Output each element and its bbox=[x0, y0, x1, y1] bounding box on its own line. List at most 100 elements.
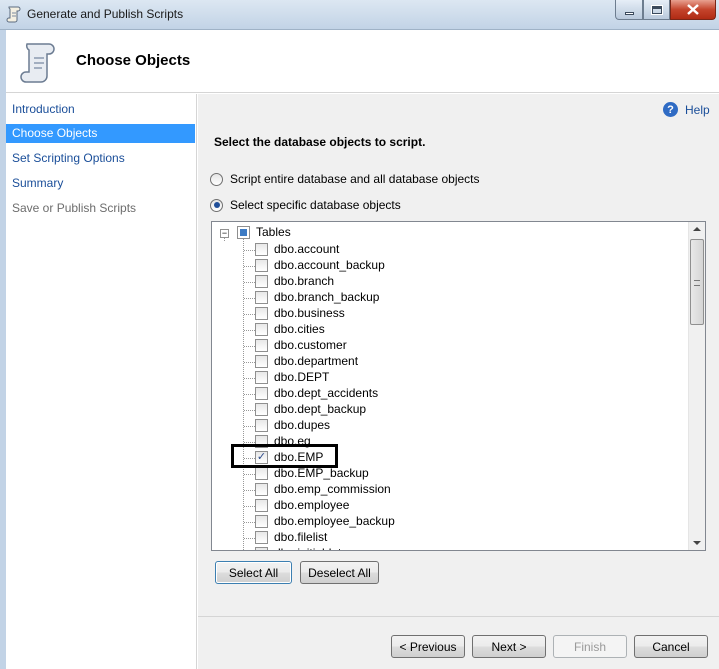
tree-item-label: dbo.dept_accidents bbox=[274, 386, 379, 400]
checkbox[interactable] bbox=[255, 275, 268, 288]
tree-item-label: dbo.branch_backup bbox=[274, 290, 380, 304]
tree-item-label: dbo.customer bbox=[274, 338, 347, 352]
next-button[interactable]: Next > bbox=[472, 635, 546, 658]
radio-script-entire-database[interactable]: Script entire database and all database … bbox=[210, 172, 480, 186]
scroll-icon bbox=[6, 6, 21, 23]
vertical-scrollbar[interactable] bbox=[688, 222, 705, 550]
deselect-all-button[interactable]: Deselect All bbox=[300, 561, 379, 584]
checkbox[interactable] bbox=[255, 483, 268, 496]
help-link[interactable]: ? Help bbox=[663, 102, 710, 117]
wizard-sidebar: Introduction Choose Objects Set Scriptin… bbox=[6, 94, 197, 669]
checkbox[interactable] bbox=[255, 467, 268, 480]
checkbox[interactable] bbox=[255, 323, 268, 336]
tree-item-label: dbo.emp_commission bbox=[274, 482, 391, 496]
collapse-icon[interactable]: − bbox=[220, 229, 229, 238]
tree-item[interactable]: dbo.employee bbox=[212, 498, 682, 514]
tree-item-label: dbo.account bbox=[274, 242, 340, 256]
previous-button[interactable]: < Previous bbox=[391, 635, 465, 658]
tree-item[interactable]: dbo.EMP_backup bbox=[212, 466, 682, 482]
radio-select-specific-objects[interactable]: Select specific database objects bbox=[210, 198, 401, 212]
maximize-button[interactable] bbox=[643, 0, 670, 20]
close-button[interactable] bbox=[670, 0, 716, 20]
tree-item-label: dbo.initialdata bbox=[274, 546, 348, 550]
tree-item[interactable]: dbo.branch_backup bbox=[212, 290, 682, 306]
checkbox[interactable] bbox=[255, 403, 268, 416]
sidebar-item-save-or-publish-scripts: Save or Publish Scripts bbox=[12, 201, 137, 215]
select-all-button[interactable]: Select All bbox=[215, 561, 292, 584]
checkbox[interactable] bbox=[255, 291, 268, 304]
tables-checkbox-partial[interactable] bbox=[237, 226, 250, 239]
sidebar-item-summary[interactable]: Summary bbox=[6, 174, 195, 193]
tree-item-label: dbo.account_backup bbox=[274, 258, 385, 272]
maximize-icon bbox=[651, 5, 662, 14]
help-icon: ? bbox=[663, 102, 678, 117]
scroll-up-arrow-icon[interactable] bbox=[693, 227, 701, 231]
main-content: ? Help Select the database objects to sc… bbox=[198, 94, 719, 616]
scroll-down-arrow-icon[interactable] bbox=[693, 541, 701, 545]
checkbox[interactable] bbox=[255, 515, 268, 528]
tree-item-label: dbo.department bbox=[274, 354, 359, 368]
tree-item[interactable]: dbo.dept_accidents bbox=[212, 386, 682, 402]
tree-item[interactable]: dbo.filelist bbox=[212, 530, 682, 546]
radio-button[interactable] bbox=[210, 172, 223, 186]
checkbox[interactable] bbox=[255, 243, 268, 256]
tree-item-label: dbo.EMP_backup bbox=[274, 466, 369, 480]
highlight-annotation bbox=[231, 444, 338, 468]
page-header: Choose Objects bbox=[6, 30, 719, 93]
tree-item[interactable]: dbo.branch bbox=[212, 274, 682, 290]
radio-label: Select specific database objects bbox=[230, 198, 401, 212]
checkbox[interactable] bbox=[255, 547, 268, 550]
minimize-icon bbox=[624, 12, 634, 15]
tree-item[interactable]: dbo.employee_backup bbox=[212, 514, 682, 530]
tree-item[interactable]: dbo.department bbox=[212, 354, 682, 370]
tree-item[interactable]: dbo.DEPT bbox=[212, 370, 682, 386]
tree-item[interactable]: dbo.cities bbox=[212, 322, 682, 338]
checkbox[interactable] bbox=[255, 339, 268, 352]
instructions-text: Select the database objects to script. bbox=[214, 135, 426, 149]
cancel-button[interactable]: Cancel bbox=[634, 635, 708, 658]
tree-item-label: dbo.DEPT bbox=[274, 370, 330, 384]
finish-button: Finish bbox=[553, 635, 627, 658]
grip-icon bbox=[694, 280, 700, 286]
tree-item-label: dbo.employee bbox=[274, 498, 350, 512]
sidebar-item-choose-objects[interactable]: Choose Objects bbox=[6, 124, 195, 143]
radio-button-selected[interactable] bbox=[210, 198, 223, 212]
radio-label: Script entire database and all database … bbox=[230, 172, 480, 186]
tree-item[interactable]: dbo.business bbox=[212, 306, 682, 322]
checkbox[interactable] bbox=[255, 371, 268, 384]
sidebar-item-set-scripting-options[interactable]: Set Scripting Options bbox=[6, 149, 195, 168]
tree-item[interactable]: dbo.initialdata bbox=[212, 546, 682, 550]
scroll-icon bbox=[20, 43, 55, 83]
object-tree[interactable]: − Tables dbo.account dbo.account_backupdb… bbox=[211, 221, 706, 551]
checkbox[interactable] bbox=[255, 419, 268, 432]
minimize-button[interactable] bbox=[615, 0, 643, 20]
tree-item-label: dbo.dept_backup bbox=[274, 402, 367, 416]
checkbox[interactable] bbox=[255, 499, 268, 512]
tree-item[interactable]: dbo.emp_commission bbox=[212, 482, 682, 498]
page-title: Choose Objects bbox=[76, 52, 191, 69]
tree-item[interactable]: dbo.dupes bbox=[212, 418, 682, 434]
scrollbar-thumb[interactable] bbox=[690, 239, 704, 325]
close-icon bbox=[687, 4, 699, 15]
tree-item-label: dbo.branch bbox=[274, 274, 335, 288]
tree-item[interactable]: dbo.account bbox=[212, 242, 682, 258]
tree-item-label: dbo.dupes bbox=[274, 418, 331, 432]
tree-item[interactable]: dbo.dept_backup bbox=[212, 402, 682, 418]
checkbox[interactable] bbox=[255, 307, 268, 320]
checkbox[interactable] bbox=[255, 387, 268, 400]
wizard-footer: < Previous Next > Finish Cancel bbox=[198, 616, 719, 669]
checkbox[interactable] bbox=[255, 259, 268, 272]
tree-item-label: dbo.business bbox=[274, 306, 345, 320]
checkbox[interactable] bbox=[255, 355, 268, 368]
tree-item-label: dbo.filelist bbox=[274, 530, 328, 544]
sidebar-item-introduction[interactable]: Introduction bbox=[6, 100, 195, 119]
help-label: Help bbox=[685, 102, 710, 117]
tree-item[interactable]: dbo.customer bbox=[212, 338, 682, 354]
tree-item-label: dbo.cities bbox=[274, 322, 325, 336]
checkbox[interactable] bbox=[255, 531, 268, 544]
title-bar: Generate and Publish Scripts bbox=[0, 0, 719, 30]
tree-item[interactable]: dbo.account_backup bbox=[212, 258, 682, 274]
tree-item-label: dbo.employee_backup bbox=[274, 514, 395, 528]
tree-node-tables[interactable]: Tables bbox=[256, 225, 291, 239]
window-title: Generate and Publish Scripts bbox=[27, 7, 184, 21]
